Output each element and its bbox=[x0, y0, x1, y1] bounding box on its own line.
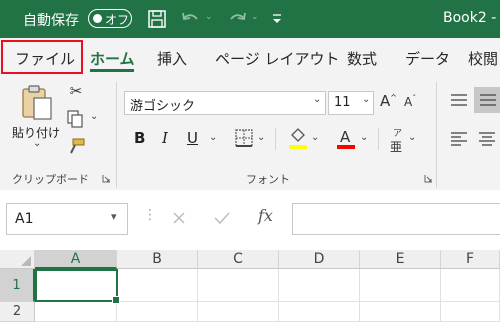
save-icon[interactable] bbox=[148, 10, 166, 28]
chevron-down-icon: ⌄ bbox=[313, 94, 322, 105]
tab-file[interactable]: ファイル bbox=[15, 48, 75, 69]
title-bar: 自動保存 オフ ⌄ ⌄ Book2 - bbox=[0, 0, 500, 38]
active-tab-indicator bbox=[90, 69, 134, 72]
column-header-e[interactable]: E bbox=[360, 250, 441, 269]
row-header-1[interactable]: 1 bbox=[0, 269, 35, 302]
copy-dropdown-icon[interactable]: ⌄ bbox=[90, 111, 98, 122]
fill-handle[interactable] bbox=[112, 296, 120, 304]
chevron-down-icon: ▾ bbox=[111, 210, 117, 223]
undo-icon[interactable] bbox=[180, 10, 202, 28]
font-color-icon[interactable]: A bbox=[336, 126, 356, 152]
font-name-value: 游ゴシック bbox=[130, 99, 196, 114]
bold-button[interactable]: B bbox=[134, 129, 145, 147]
cell[interactable] bbox=[279, 302, 360, 322]
column-header-b[interactable]: B bbox=[117, 250, 198, 269]
font-size-value: 11 bbox=[334, 95, 351, 110]
cell[interactable] bbox=[117, 302, 198, 322]
clipboard-launcher-icon[interactable] bbox=[102, 174, 111, 183]
fill-color-icon[interactable] bbox=[288, 126, 308, 152]
column-header-d[interactable]: D bbox=[279, 250, 360, 269]
cell[interactable] bbox=[441, 302, 500, 322]
column-header-f[interactable]: F bbox=[441, 250, 500, 269]
borders-dropdown-icon[interactable]: ⌄ bbox=[257, 132, 265, 143]
row-header-2[interactable]: 2 bbox=[0, 302, 35, 322]
redo-dropdown-icon[interactable]: ⌄ bbox=[251, 12, 259, 22]
formula-bar-grip-icon: ⋮ bbox=[143, 207, 157, 223]
confirm-entry-icon[interactable] bbox=[213, 210, 231, 226]
font-name-dropdown[interactable]: 游ゴシック ⌄ bbox=[124, 91, 326, 115]
autosave-label: 自動保存 bbox=[23, 13, 79, 29]
align-middle-button[interactable] bbox=[474, 87, 500, 113]
cell[interactable] bbox=[279, 269, 360, 302]
paste-icon[interactable] bbox=[20, 84, 54, 122]
group-separator bbox=[436, 82, 437, 188]
tab-formulas[interactable]: 数式 bbox=[347, 48, 377, 69]
group-separator bbox=[116, 82, 117, 188]
chevron-down-icon: ⌄ bbox=[362, 94, 371, 105]
formula-bar: A1 ▾ ⋮ fx bbox=[0, 190, 500, 250]
separator bbox=[275, 128, 276, 150]
select-all-button[interactable] bbox=[0, 250, 35, 269]
cell[interactable] bbox=[198, 302, 279, 322]
tab-data[interactable]: データ bbox=[405, 48, 450, 69]
autosave-toggle-text: オフ bbox=[105, 13, 130, 27]
format-painter-icon[interactable] bbox=[66, 138, 86, 156]
font-launcher-icon[interactable] bbox=[424, 174, 433, 183]
tab-insert[interactable]: 挿入 bbox=[157, 48, 187, 69]
formula-input[interactable] bbox=[292, 203, 500, 235]
worksheet-grid: A B C D E F 1 2 bbox=[0, 250, 500, 322]
insert-function-icon[interactable]: fx bbox=[258, 206, 273, 225]
tab-review[interactable]: 校閲 bbox=[468, 48, 498, 69]
separator bbox=[378, 128, 379, 150]
cut-icon[interactable]: ✂ bbox=[67, 82, 85, 100]
customize-quick-access-icon[interactable] bbox=[271, 13, 283, 25]
increase-font-size-icon[interactable]: A^ bbox=[380, 92, 397, 110]
name-box-value: A1 bbox=[15, 211, 34, 227]
phonetic-dropdown-icon[interactable]: ⌄ bbox=[408, 132, 416, 143]
autosave-toggle[interactable]: オフ bbox=[88, 9, 132, 28]
undo-dropdown-icon[interactable]: ⌄ bbox=[205, 12, 213, 22]
cell[interactable] bbox=[360, 269, 441, 302]
document-title: Book2 - bbox=[443, 10, 497, 26]
underline-button[interactable]: U bbox=[187, 129, 198, 147]
cell[interactable] bbox=[35, 302, 117, 322]
borders-icon[interactable] bbox=[235, 129, 253, 147]
tab-home[interactable]: ホーム bbox=[90, 48, 135, 69]
select-all-triangle-icon bbox=[21, 256, 31, 266]
cell[interactable] bbox=[441, 269, 500, 302]
column-header-a[interactable]: A bbox=[35, 250, 117, 269]
copy-icon[interactable] bbox=[66, 110, 86, 128]
name-box[interactable]: A1 ▾ bbox=[6, 203, 128, 235]
font-group-label: フォント bbox=[246, 173, 290, 186]
toggle-knob bbox=[93, 14, 102, 23]
cancel-entry-icon[interactable] bbox=[171, 210, 187, 226]
align-middle-icon bbox=[480, 94, 496, 106]
clipboard-group-label: クリップボード bbox=[12, 173, 89, 186]
redo-icon[interactable] bbox=[226, 10, 248, 28]
active-cell-a1[interactable] bbox=[35, 269, 120, 304]
italic-button[interactable]: I bbox=[162, 129, 168, 147]
cell[interactable] bbox=[360, 302, 441, 322]
align-top-icon[interactable] bbox=[449, 90, 469, 110]
paste-dropdown-icon[interactable]: ⌄ bbox=[33, 138, 41, 149]
decrease-font-size-icon[interactable]: Aˇ bbox=[404, 94, 416, 109]
column-header-c[interactable]: C bbox=[198, 250, 279, 269]
cell[interactable] bbox=[117, 269, 198, 302]
font-color-dropdown-icon[interactable]: ⌄ bbox=[360, 132, 368, 143]
svg-text:A: A bbox=[340, 128, 351, 146]
phonetic-guide-button[interactable]: 亜 bbox=[390, 138, 402, 155]
ribbon-tabs: ファイル ホーム 挿入 ページ レイアウト 数式 データ 校閲 bbox=[0, 38, 500, 76]
fill-color-dropdown-icon[interactable]: ⌄ bbox=[311, 132, 319, 143]
font-size-dropdown[interactable]: 11 ⌄ bbox=[328, 91, 374, 115]
tab-page-layout[interactable]: ページ レイアウト bbox=[215, 48, 339, 69]
ribbon: 貼り付け ⌄ ✂ ⌄ クリップボード 游ゴシック ⌄ 11 ⌄ A^ Aˇ B … bbox=[0, 76, 500, 191]
cell[interactable] bbox=[198, 269, 279, 302]
align-center-icon[interactable] bbox=[477, 129, 497, 149]
align-left-icon[interactable] bbox=[449, 129, 469, 149]
underline-dropdown-icon[interactable]: ⌄ bbox=[209, 132, 217, 143]
